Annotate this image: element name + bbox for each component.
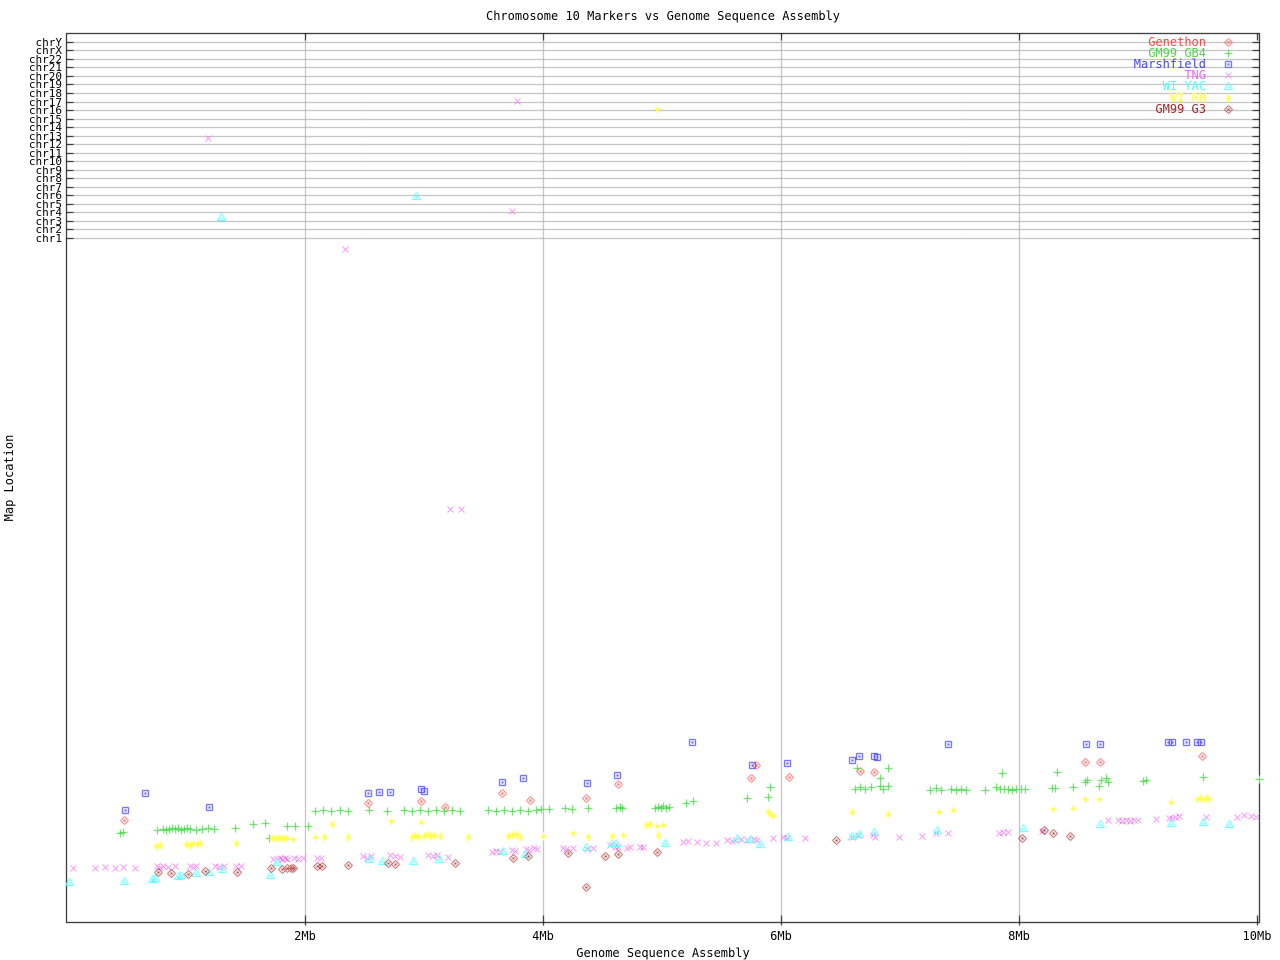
x-tick-label-2Mb: 2Mb xyxy=(294,929,316,943)
chromosome-marker-chart: Chromosome 10 Markers vs Genome Sequence… xyxy=(0,0,1280,960)
legend-label-gm99-g3: GM99 G3 xyxy=(1155,102,1206,116)
chart-title: Chromosome 10 Markers vs Genome Sequence… xyxy=(485,9,840,23)
x-tick-label-6Mb: 6Mb xyxy=(770,929,792,943)
y-tick-label-chr1: chr1 xyxy=(35,232,63,245)
plot-area xyxy=(0,0,1280,960)
y-axis-title: Map Location xyxy=(2,434,16,522)
x-axis-title: Genome Sequence Assembly xyxy=(576,946,750,960)
x-tick-label-4Mb: 4Mb xyxy=(532,929,554,943)
x-tick-label-8Mb: 8Mb xyxy=(1008,929,1030,943)
legend-label-wi-yac: WI YAC xyxy=(1162,79,1206,93)
x-tick-label-10Mb: 10Mb xyxy=(1242,929,1272,943)
